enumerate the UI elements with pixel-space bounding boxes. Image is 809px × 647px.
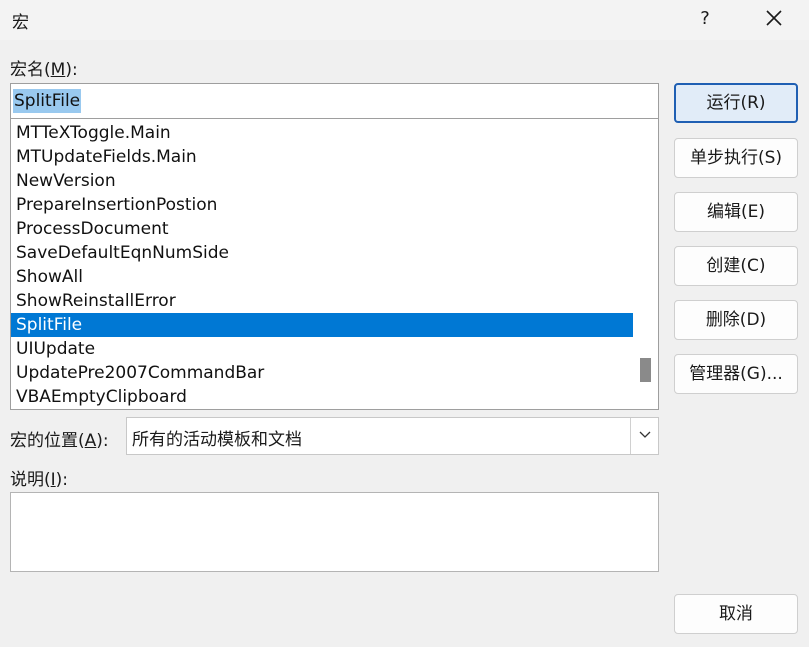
step-into-button[interactable]: 单步执行(S) xyxy=(674,138,798,178)
close-button[interactable] xyxy=(754,4,794,34)
chevron-down-icon xyxy=(639,431,650,438)
macro-name-value: SplitFile xyxy=(13,89,82,113)
macro-name-label: 宏名(M): xyxy=(10,60,78,80)
location-value: 所有的活动模板和文档 xyxy=(132,430,302,450)
delete-button[interactable]: 删除(D) xyxy=(674,300,798,340)
macro-list-item[interactable]: PrepareInsertionPostion xyxy=(11,193,633,217)
location-dropdown-button[interactable] xyxy=(630,418,658,454)
edit-button[interactable]: 编辑(E) xyxy=(674,192,798,232)
close-icon xyxy=(766,10,782,26)
macro-list-scrollbar[interactable] xyxy=(633,119,658,409)
macro-list-item[interactable]: SaveDefaultEqnNumSide xyxy=(11,241,633,265)
location-label: 宏的位置(A): xyxy=(10,431,109,451)
macro-list-item[interactable]: ProcessDocument xyxy=(11,217,633,241)
location-select[interactable]: 所有的活动模板和文档 xyxy=(126,417,659,455)
macro-list-item[interactable]: NewVersion xyxy=(11,169,633,193)
run-button[interactable]: 运行(R) xyxy=(674,83,798,123)
macro-list-item[interactable]: ShowReinstallError xyxy=(11,289,633,313)
create-button[interactable]: 创建(C) xyxy=(674,246,798,286)
macro-list-item[interactable]: VBAEmptyClipboard xyxy=(11,385,633,409)
macro-list-item[interactable]: MTTeXToggle.Main xyxy=(11,121,633,145)
description-label: 说明(I): xyxy=(10,470,69,490)
scrollbar-thumb[interactable] xyxy=(640,358,651,382)
title-bar: 宏 ? xyxy=(0,0,809,40)
description-box xyxy=(10,492,659,572)
macro-list-item[interactable]: SplitFile xyxy=(11,313,633,337)
macro-list-item[interactable]: MTUpdateFields.Main xyxy=(11,145,633,169)
macro-list[interactable]: MTTeXToggle.Main MTUpdateFields.Main NewVe… xyxy=(10,118,659,410)
macro-list-items: MTTeXToggle.Main MTUpdateFields.Main NewVe… xyxy=(11,121,633,409)
organizer-button[interactable]: 管理器(G)... xyxy=(674,354,798,394)
cancel-button[interactable]: 取消 xyxy=(674,594,798,634)
window-title: 宏 xyxy=(12,13,29,33)
macro-name-input[interactable]: SplitFile xyxy=(10,83,659,119)
macro-list-item[interactable]: UIUpdate xyxy=(11,337,633,361)
macro-list-item[interactable]: ShowAll xyxy=(11,265,633,289)
macro-list-item[interactable]: UpdatePre2007CommandBar xyxy=(11,361,633,385)
help-button[interactable]: ? xyxy=(688,4,722,34)
